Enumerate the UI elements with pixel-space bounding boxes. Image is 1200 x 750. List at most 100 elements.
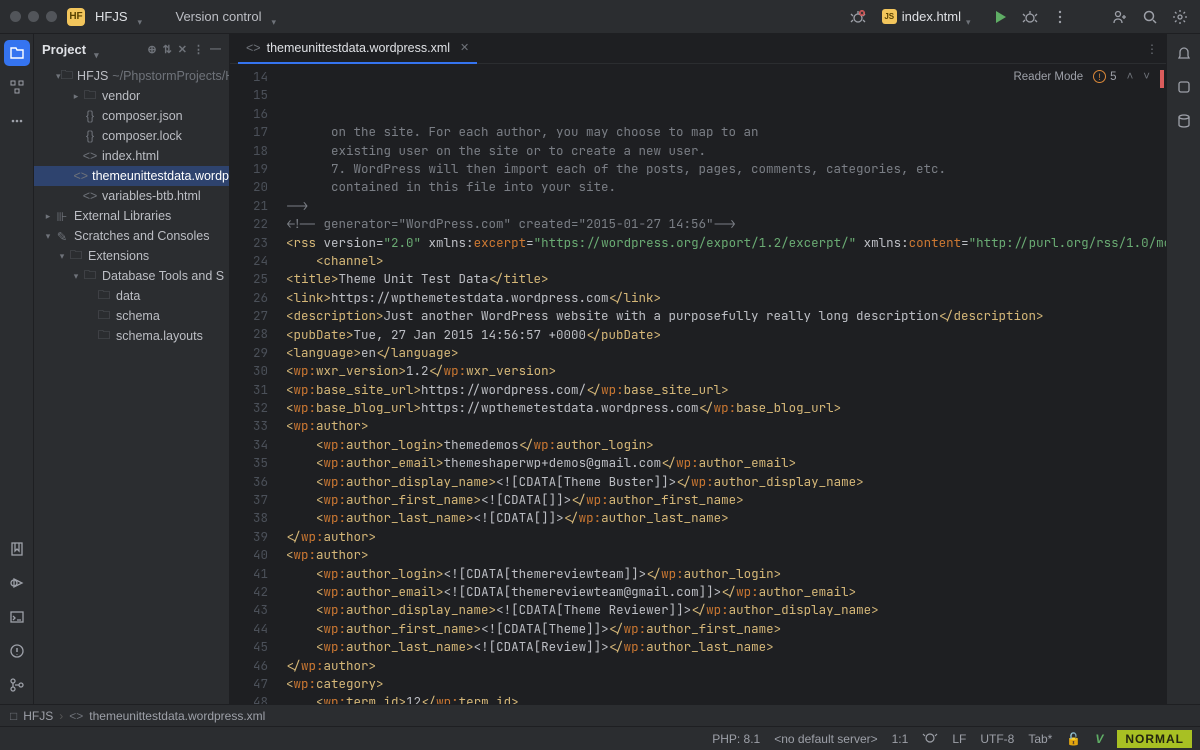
tree-row[interactable]: <>variables-btb.html [34, 186, 229, 206]
file-icon: <> [82, 149, 98, 163]
status-line-sep[interactable]: LF [952, 732, 966, 746]
maximize-window-icon[interactable] [46, 11, 57, 22]
prev-highlight-icon[interactable]: ˄ [1127, 71, 1134, 83]
tree-row[interactable]: <>index.html [34, 146, 229, 166]
editor-area: <> themeunittestdata.wordpress.xml ✕ ⋮ R… [230, 34, 1166, 704]
tree-row[interactable]: ▾🗀Extensions [34, 246, 229, 266]
run-config[interactable]: JS index.html [878, 9, 980, 24]
more-tool-icon[interactable] [4, 108, 30, 134]
notifications-icon[interactable] [1171, 40, 1197, 66]
tree-row[interactable]: <>themeunittestdata.wordp [34, 166, 229, 186]
project-tree[interactable]: ▾🗀HFJS~/PhpstormProjects/H▸🗀vendor{}comp… [34, 64, 229, 704]
window-controls [10, 11, 57, 22]
status-indent[interactable]: Tab* [1028, 732, 1052, 746]
code-with-me-icon[interactable] [1110, 7, 1130, 27]
js-file-icon: JS [882, 9, 897, 24]
folder-icon: 🗀 [96, 286, 112, 306]
file-icon: ✎ [54, 229, 70, 244]
tree-row[interactable]: {}composer.lock [34, 126, 229, 146]
editor-tabbar: <> themeunittestdata.wordpress.xml ✕ ⋮ [230, 34, 1166, 64]
editor-tab-active[interactable]: <> themeunittestdata.wordpress.xml ✕ [238, 34, 477, 64]
editor-gutter[interactable]: 1415161718192021222324252627282930313233… [230, 64, 278, 704]
terminal-tool-icon[interactable] [4, 604, 30, 630]
tree-row[interactable]: 🗀schema [34, 306, 229, 326]
chevron-down-icon[interactable] [94, 46, 104, 52]
minimize-window-icon[interactable] [28, 11, 39, 22]
project-name[interactable]: HFJS [95, 9, 128, 24]
navigation-bar[interactable]: □ HFJS › <> themeunittestdata.wordpress.… [0, 704, 1200, 726]
status-server[interactable]: <no default server> [774, 732, 877, 746]
folder-icon: 🗀 [96, 306, 112, 326]
project-sidebar-header: Project ⊕ ⇅ ✕ ⋮ — [34, 34, 229, 64]
next-highlight-icon[interactable]: ˅ [1143, 71, 1150, 83]
readonly-icon[interactable]: 🔓 [1066, 732, 1081, 746]
status-encoding[interactable]: UTF-8 [980, 732, 1014, 746]
folder-icon: 🗀 [82, 266, 98, 286]
settings-icon[interactable] [1170, 7, 1190, 27]
close-tab-icon[interactable]: ✕ [460, 41, 469, 54]
ideavim-icon[interactable]: V [1095, 732, 1103, 746]
project-badge: HF [67, 8, 85, 26]
ai-assistant-icon[interactable] [1171, 74, 1197, 100]
project-tool-icon[interactable] [4, 40, 30, 66]
folder-icon: 🗀 [61, 66, 74, 86]
collapse-icon[interactable]: ✕ [178, 43, 187, 56]
tab-options-icon[interactable]: ⋮ [1146, 42, 1158, 56]
tree-row[interactable]: {}composer.json [34, 106, 229, 126]
editor-content[interactable]: on the site. For each author, you may ch… [278, 64, 1166, 704]
more-icon[interactable]: ⋮ [193, 43, 204, 56]
tree-row[interactable]: ▾🗀HFJS~/PhpstormProjects/H [34, 66, 229, 86]
warning-count[interactable]: ! 5 [1093, 70, 1116, 83]
debug-listen-icon[interactable] [922, 729, 938, 748]
file-icon: <> [74, 169, 89, 183]
vim-mode-badge: NORMAL [1117, 730, 1192, 748]
folder-icon: 🗀 [82, 86, 98, 106]
tree-row[interactable]: ▾✎Scratches and Consoles [34, 226, 229, 246]
search-icon[interactable] [1140, 7, 1160, 27]
file-icon: <> [82, 189, 98, 203]
tree-row[interactable]: ▸⊪External Libraries [34, 206, 229, 226]
close-window-icon[interactable] [10, 11, 21, 22]
project-sidebar-title[interactable]: Project [42, 42, 86, 57]
chevron-down-icon[interactable] [272, 14, 282, 20]
warning-count-value: 5 [1110, 71, 1116, 83]
vcs-tool-icon[interactable] [4, 672, 30, 698]
hide-icon[interactable]: — [210, 43, 221, 56]
error-stripe[interactable] [1160, 70, 1164, 88]
left-tool-rail [0, 34, 34, 704]
file-icon: {} [82, 109, 98, 123]
expand-icon[interactable]: ⇅ [163, 43, 172, 56]
breadcrumb-file[interactable]: themeunittestdata.wordpress.xml [89, 709, 265, 723]
reader-mode-label[interactable]: Reader Mode [1013, 71, 1083, 83]
status-bar: PHP: 8.1 <no default server> 1:1 LF UTF-… [0, 726, 1200, 750]
status-caret[interactable]: 1:1 [892, 732, 909, 746]
chevron-down-icon [966, 14, 976, 20]
services-tool-icon[interactable] [4, 570, 30, 596]
structure-tool-icon[interactable] [4, 74, 30, 100]
editor-inspection-widget[interactable]: Reader Mode ! 5 ˄ ˅ [1009, 68, 1154, 85]
vcs-menu[interactable]: Version control [176, 9, 262, 24]
bookmarks-tool-icon[interactable] [4, 536, 30, 562]
editor-tab-label: themeunittestdata.wordpress.xml [267, 41, 450, 55]
tree-row[interactable]: ▸🗀vendor [34, 86, 229, 106]
run-icon[interactable] [990, 7, 1010, 27]
tree-row[interactable]: ▾🗀Database Tools and S [34, 266, 229, 286]
file-icon: ⊪ [54, 209, 70, 224]
chevron-down-icon[interactable] [138, 14, 148, 20]
breadcrumb-project[interactable]: HFJS [23, 709, 53, 723]
tree-row[interactable]: 🗀schema.layouts [34, 326, 229, 346]
right-tool-rail [1166, 34, 1200, 704]
status-php[interactable]: PHP: 8.1 [712, 732, 760, 746]
code-editor[interactable]: 1415161718192021222324252627282930313233… [230, 64, 1166, 704]
project-sidebar: Project ⊕ ⇅ ✕ ⋮ — ▾🗀HFJS~/PhpstormProjec… [34, 34, 230, 704]
database-tool-icon[interactable] [1171, 108, 1197, 134]
bug-badge-icon[interactable] [848, 7, 868, 27]
run-config-label: index.html [902, 9, 961, 24]
warning-icon: ! [1093, 70, 1106, 83]
problems-tool-icon[interactable] [4, 638, 30, 664]
more-icon[interactable] [1050, 7, 1070, 27]
locate-icon[interactable]: ⊕ [147, 43, 156, 56]
debug-icon[interactable] [1020, 7, 1040, 27]
tree-row[interactable]: 🗀data [34, 286, 229, 306]
file-icon: {} [82, 129, 98, 143]
